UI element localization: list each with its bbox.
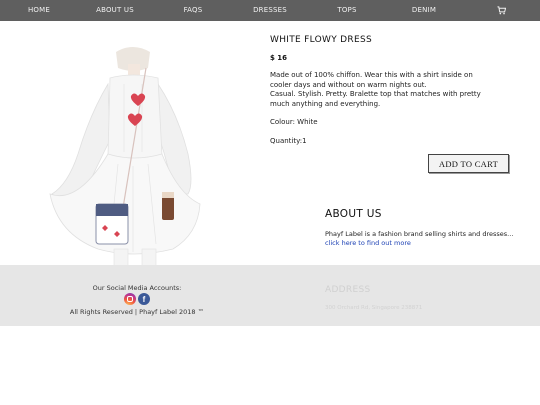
- nav-about-us[interactable]: ABOUT US: [95, 0, 135, 21]
- social-label: Our Social Media Accounts:: [92, 284, 182, 292]
- social-icons: f: [124, 293, 150, 305]
- top-nav: HOME ABOUT US FAQS DRESSES TOPS DENIM: [0, 0, 540, 21]
- product-quantity[interactable]: Quantity:1: [270, 137, 307, 145]
- add-to-cart-button[interactable]: ADD TO CART: [428, 154, 509, 173]
- shopping-cart-icon[interactable]: [497, 6, 506, 15]
- address-heading: ADDRESS: [325, 285, 371, 295]
- product-title: WHITE FLOWY DRESS: [270, 35, 372, 45]
- about-text: Phayf Label is a fashion brand selling s…: [325, 230, 525, 248]
- product-colour: Colour: White: [270, 118, 318, 126]
- nav-denim[interactable]: DENIM: [410, 0, 438, 21]
- product-photo: [38, 44, 228, 280]
- about-more-link[interactable]: click here to find out more: [325, 239, 411, 247]
- footer: Our Social Media Accounts: f All Rights …: [0, 265, 540, 326]
- nav-faqs[interactable]: FAQS: [180, 0, 206, 21]
- description-line: Casual. Stylish. Pretty. Bralette top th…: [270, 90, 481, 108]
- nav-home[interactable]: HOME: [25, 0, 53, 21]
- product-description: Made out of 100% chiffon. Wear this with…: [270, 71, 495, 109]
- instagram-icon[interactable]: [124, 293, 136, 305]
- copyright-text: All Rights Reserved | Phayf Label 2018 ™: [69, 308, 205, 316]
- facebook-icon[interactable]: f: [138, 293, 150, 305]
- product-price: $ 16: [270, 54, 288, 62]
- nav-tops[interactable]: TOPS: [335, 0, 359, 21]
- address-text: 300 Orchard Rd, Singapore 238871: [325, 305, 423, 311]
- nav-dresses[interactable]: DRESSES: [252, 0, 288, 21]
- about-description: Phayf Label is a fashion brand selling s…: [325, 230, 514, 238]
- about-heading: ABOUT US: [325, 208, 382, 220]
- description-line: Made out of 100% chiffon. Wear this with…: [270, 71, 473, 89]
